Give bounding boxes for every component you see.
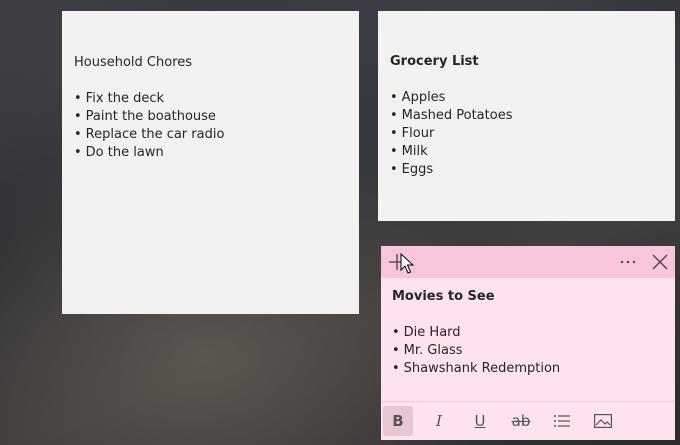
underline-button[interactable]: U bbox=[465, 406, 495, 436]
italic-button[interactable]: I bbox=[424, 406, 454, 436]
list-item: Replace the car radio bbox=[74, 126, 359, 144]
note-list: Die Hard Mr. Glass Shawshank Redemption bbox=[392, 324, 560, 378]
list-item: Paint the boathouse bbox=[74, 108, 359, 126]
mouse-cursor-icon bbox=[400, 253, 414, 274]
note-title: Grocery List bbox=[390, 54, 479, 69]
list-item: Die Hard bbox=[392, 324, 560, 342]
bullets-button[interactable] bbox=[547, 406, 577, 436]
note-header-bar[interactable] bbox=[381, 246, 675, 278]
list-item: Apples bbox=[390, 89, 675, 107]
note-title: Movies to See bbox=[392, 289, 495, 304]
strikethrough-button[interactable]: ab bbox=[506, 406, 536, 436]
bullets-icon bbox=[554, 415, 570, 427]
list-item: Mashed Potatoes bbox=[390, 107, 675, 125]
list-item: Eggs bbox=[390, 161, 675, 179]
more-icon[interactable] bbox=[618, 252, 638, 272]
list-item: Flour bbox=[390, 125, 675, 143]
image-button[interactable] bbox=[588, 406, 618, 436]
note-title: Household Chores bbox=[74, 55, 193, 70]
list-item: Do the lawn bbox=[74, 144, 359, 162]
close-icon[interactable] bbox=[650, 252, 670, 272]
list-item: Milk bbox=[390, 143, 675, 161]
sticky-note-household-chores[interactable]: Household Chores Fix the deck Paint the … bbox=[62, 11, 359, 314]
list-item: Mr. Glass bbox=[392, 342, 560, 360]
list-item: Fix the deck bbox=[74, 90, 359, 108]
sticky-note-grocery-list[interactable]: Grocery List Apples Mashed Potatoes Flou… bbox=[378, 11, 675, 221]
formatting-toolbar: B I U ab bbox=[381, 401, 675, 440]
list-item: Shawshank Redemption bbox=[392, 360, 560, 378]
note-body[interactable]: Movies to See Die Hard Mr. Glass Shawsha… bbox=[392, 288, 560, 378]
note-list: Apples Mashed Potatoes Flour Milk Eggs bbox=[390, 89, 675, 179]
note-list: Fix the deck Paint the boathouse Replace… bbox=[74, 90, 359, 162]
image-icon bbox=[594, 414, 612, 428]
sticky-note-movies-to-see[interactable]: Movies to See Die Hard Mr. Glass Shawsha… bbox=[381, 246, 675, 440]
bold-button[interactable]: B bbox=[383, 406, 413, 436]
